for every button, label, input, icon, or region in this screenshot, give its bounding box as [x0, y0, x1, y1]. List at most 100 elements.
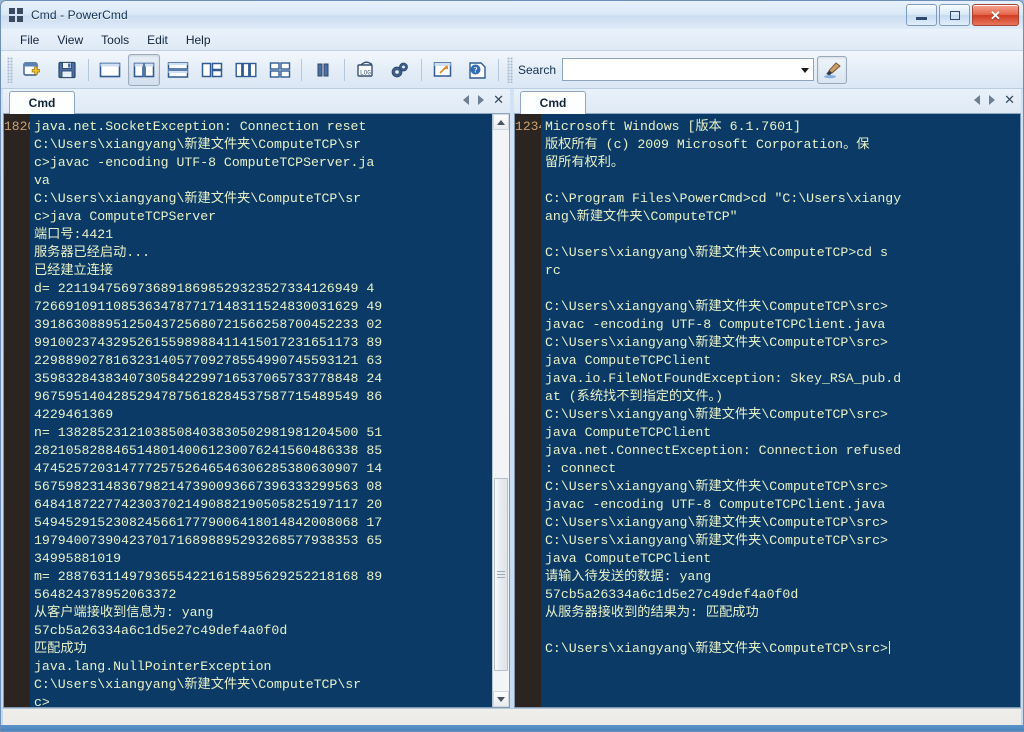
- powercmd-window: Cmd - PowerCmd ✕ File View Tools Edit He…: [0, 0, 1024, 732]
- terminal-line: 端口号:4421: [34, 227, 114, 242]
- close-button[interactable]: ✕: [972, 4, 1019, 26]
- layout-single-icon[interactable]: [94, 54, 126, 86]
- menu-help[interactable]: Help: [177, 31, 220, 49]
- scrollbar-left[interactable]: [492, 114, 509, 707]
- terminal-line: C:\Users\xiangyang\新建文件夹\ComputeTCP\sr: [34, 677, 362, 692]
- tab-prev-icon[interactable]: [974, 94, 981, 105]
- scroll-thumb-left[interactable]: [494, 477, 508, 671]
- terminal-line: 2298890278163231405770927855499074559312…: [34, 353, 383, 368]
- terminal-line: C:\Users\xiangyang\新建文件夹\ComputeTCP\src>: [545, 515, 888, 530]
- terminal-line: 4745257203147772575264654630628538063090…: [34, 461, 383, 476]
- terminal-line: C:\Users\xiangyang\新建文件夹\ComputeTCP\src>: [545, 533, 888, 548]
- terminal-left: 1820222324252627282930313234 java.net.So…: [3, 114, 510, 708]
- pause-icon[interactable]: [307, 54, 339, 86]
- tab-prev-icon[interactable]: [463, 94, 470, 105]
- pane-left: Cmd ✕ 1820222324252627282930313234 java.…: [3, 89, 510, 708]
- menu-edit[interactable]: Edit: [138, 31, 177, 49]
- terminal-line: C:\Users\xiangyang\新建文件夹\ComputeTCP\sr: [34, 191, 362, 206]
- terminal-line: 2821058288465148014006123007624156048633…: [34, 443, 383, 458]
- terminal-line: 从服务器接收到的结果为: 匹配成功: [545, 605, 759, 620]
- search-grip[interactable]: [507, 56, 513, 83]
- layout-three-columns-icon[interactable]: [230, 54, 262, 86]
- terminal-line: 从客户端接收到信息为: yang: [34, 605, 214, 620]
- chevron-down-icon[interactable]: [801, 67, 810, 73]
- terminal-line: va: [34, 173, 50, 188]
- tabstrip-left: Cmd ✕: [3, 89, 510, 114]
- terminal-line: java.net.SocketException: Connection res…: [34, 119, 367, 134]
- scroll-up-button-left[interactable]: [493, 114, 509, 130]
- terminal-line: c>java ComputeTCPServer: [34, 209, 217, 224]
- terminal-line: 5675982314836798214739009366739633329956…: [34, 479, 383, 494]
- terminal-line: C:\Users\xiangyang\新建文件夹\ComputeTCP\src>: [545, 335, 888, 350]
- new-session-icon[interactable]: [17, 54, 49, 86]
- tab-next-icon[interactable]: [478, 94, 485, 105]
- terminal-line: 匹配成功: [34, 641, 87, 656]
- help-icon[interactable]: ?: [461, 54, 493, 86]
- layout-one-left-two-right-icon[interactable]: [196, 54, 228, 86]
- terminal-line: C:\Users\xiangyang\新建文件夹\ComputeTCP>cd s: [545, 245, 888, 260]
- terminal-output-right[interactable]: Microsoft Windows [版本 6.1.7601] 版权所有 (c) …: [541, 114, 1020, 707]
- terminal-line: at (系统找不到指定的文件。): [545, 389, 724, 404]
- terminal-line: java.net.ConnectException: Connection re…: [545, 443, 902, 458]
- tab-close-icon[interactable]: ✕: [493, 93, 504, 106]
- terminal-line: 4229461369: [34, 407, 114, 422]
- terminal-line: : connect: [545, 461, 617, 476]
- tab-cmd-right[interactable]: Cmd: [520, 91, 586, 114]
- toolbar: LOG ? Search: [1, 51, 1023, 89]
- layout-two-columns-icon[interactable]: [128, 53, 160, 86]
- terminal-line: C:\Users\xiangyang\新建文件夹\ComputeTCP\sr: [34, 137, 362, 152]
- search-field[interactable]: [562, 58, 815, 81]
- menu-view[interactable]: View: [48, 31, 92, 49]
- tab-close-icon[interactable]: ✕: [1004, 93, 1015, 106]
- layout-two-rows-icon[interactable]: [162, 54, 194, 86]
- minimize-button[interactable]: [906, 4, 937, 26]
- terminal-line: java.lang.NullPointerException: [34, 659, 272, 674]
- terminal-line: 9675951404285294787561828453758771548954…: [34, 389, 383, 404]
- terminal-right: 12345678101113141618192021222324 Microso…: [514, 114, 1021, 708]
- external-window-icon[interactable]: [427, 54, 459, 86]
- terminal-line: javac -encoding UTF-8 ComputeTCPClient.j…: [545, 497, 886, 512]
- terminal-line: 57cb5a26334a6c1d5e27c49def4a0f0d: [34, 623, 288, 638]
- terminal-line: C:\Users\xiangyang\新建文件夹\ComputeTCP\src>: [545, 641, 890, 656]
- toolbar-grip[interactable]: [7, 56, 13, 83]
- log-icon[interactable]: LOG: [350, 54, 382, 86]
- terminal-line: 3918630889512504372568072156625870045223…: [34, 317, 383, 332]
- os-taskbar: [1, 725, 1024, 731]
- svg-text:?: ?: [474, 65, 478, 74]
- menu-tools[interactable]: Tools: [92, 31, 138, 49]
- layout-quad-icon[interactable]: [264, 54, 296, 86]
- terminal-line: 版权所有 (c) 2009 Microsoft Corporation。保: [545, 137, 870, 152]
- scroll-track-left[interactable]: [493, 130, 509, 691]
- scroll-down-button-left[interactable]: [493, 691, 509, 707]
- window-controls: ✕: [906, 4, 1019, 26]
- menu-file[interactable]: File: [11, 31, 48, 49]
- search-input[interactable]: [563, 59, 814, 80]
- save-icon[interactable]: [51, 54, 83, 86]
- brush-icon[interactable]: [817, 55, 848, 84]
- tab-next-icon[interactable]: [989, 94, 996, 105]
- line-number-gutter-left: 1820222324252627282930313234: [4, 114, 30, 707]
- terminal-line: C:\Program Files\PowerCmd>cd "C:\Users\x…: [545, 191, 902, 206]
- maximize-button[interactable]: [939, 4, 970, 26]
- terminal-line: ang\新建文件夹\ComputeTCP": [545, 209, 738, 224]
- terminal-line: 5494529152308245661777900641801484200806…: [34, 515, 383, 530]
- title-bar: Cmd - PowerCmd ✕: [1, 1, 1023, 29]
- tabstrip-right: Cmd ✕: [514, 89, 1021, 114]
- terminal-line: javac -encoding UTF-8 ComputeTCPClient.j…: [545, 317, 886, 332]
- terminal-line: 6484187227742303702149088219050582519711…: [34, 497, 383, 512]
- terminal-line: 57cb5a26334a6c1d5e27c49def4a0f0d: [545, 587, 799, 602]
- terminal-line: c>javac -encoding UTF-8 ComputeTCPServer…: [34, 155, 375, 170]
- terminal-line: 已经建立连接: [34, 263, 114, 278]
- menu-bar: File View Tools Edit Help: [1, 29, 1023, 51]
- window-title: Cmd - PowerCmd: [31, 8, 128, 22]
- pane-right: Cmd ✕ 12345678101113141618192021222324 M…: [514, 89, 1021, 708]
- terminal-output-left[interactable]: java.net.SocketException: Connection res…: [30, 114, 492, 707]
- terminal-line: java ComputeTCPClient: [545, 353, 712, 368]
- line-number: 18: [4, 119, 20, 134]
- settings-gears-icon[interactable]: [384, 54, 416, 86]
- terminal-line: c>: [34, 695, 50, 707]
- tab-cmd-left[interactable]: Cmd: [9, 91, 75, 114]
